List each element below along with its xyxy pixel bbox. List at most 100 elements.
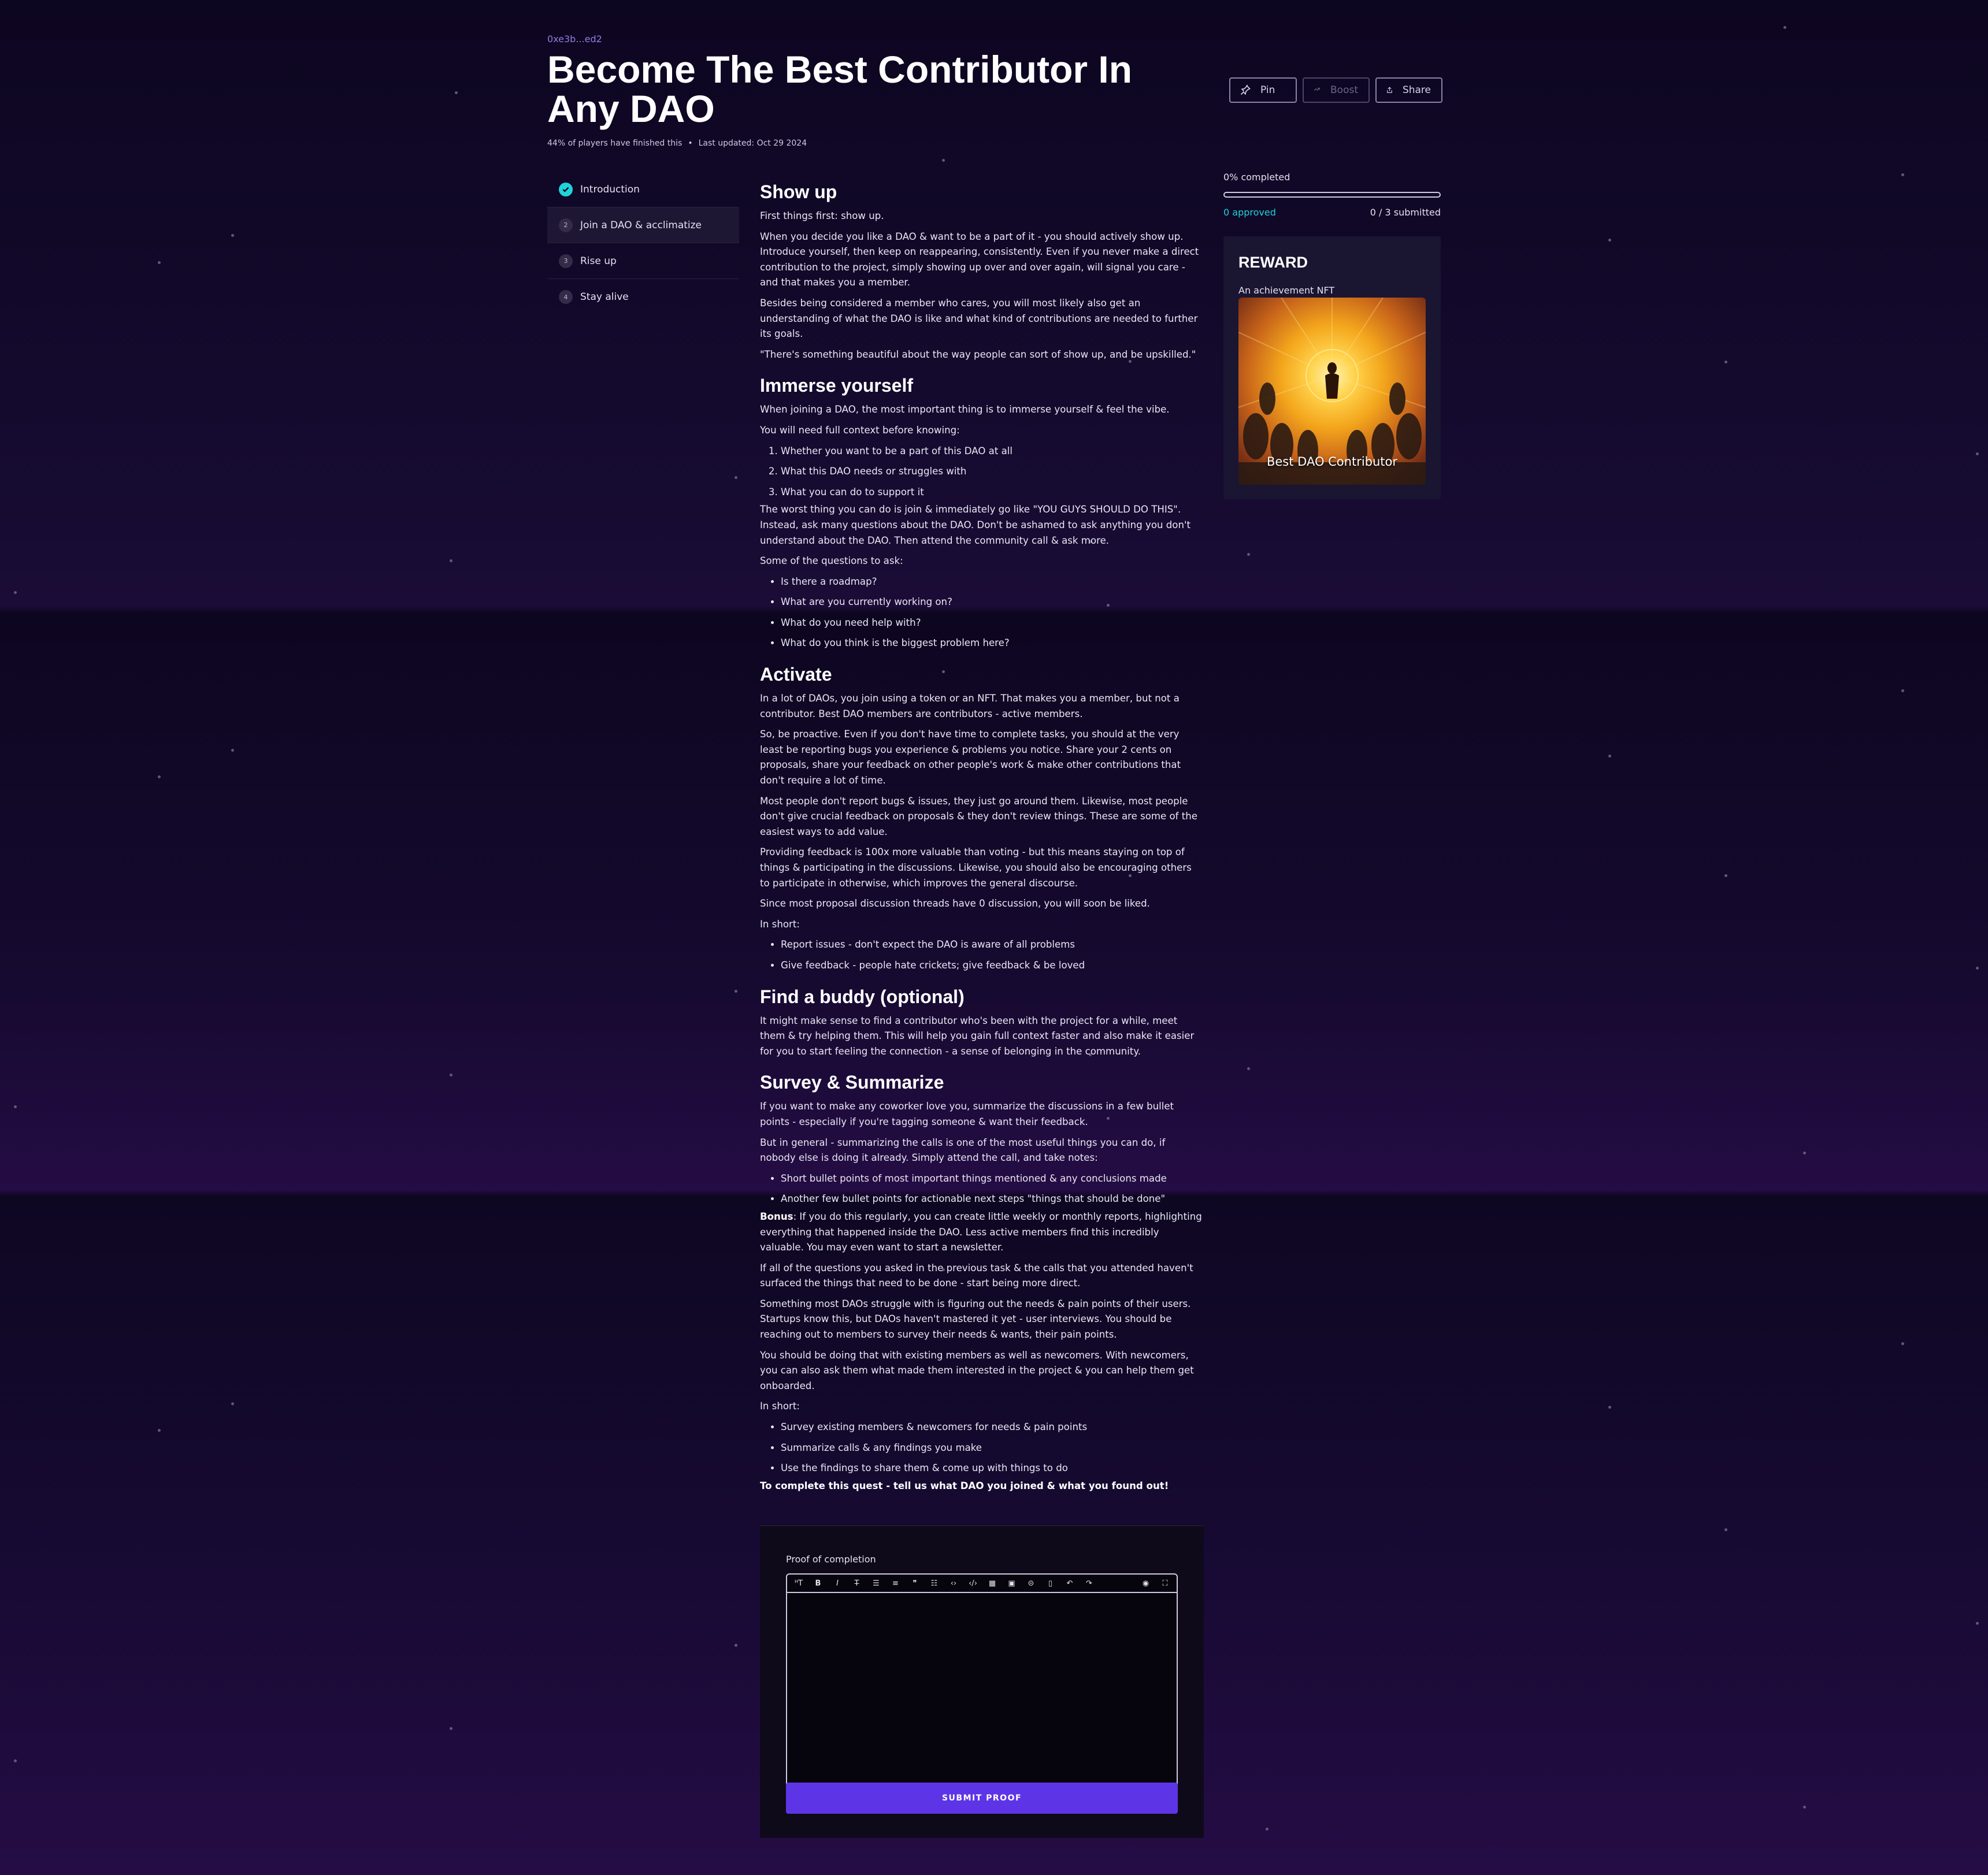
- star: [231, 749, 234, 752]
- progress-stats: 0 approved 0 / 3 submitted: [1223, 207, 1441, 218]
- paragraph: You should be doing that with existing m…: [760, 1349, 1194, 1391]
- proof-editor[interactable]: ᴴT B I T ☰ ≡ ❞ ☷ ‹› ‹/› ▦ ▣ ⊝ ▯ ↶ ↷ ◉ ⛶: [786, 1573, 1178, 1800]
- strikethrough-icon[interactable]: T: [851, 1579, 863, 1588]
- quest-actions: Pin Boost Share: [1229, 77, 1442, 103]
- submit-proof-button[interactable]: SUBMIT PROOF: [786, 1783, 1178, 1814]
- step-number: 3: [559, 254, 573, 268]
- progress-panel: 0% completed 0 approved 0 / 3 submitted: [1223, 172, 1441, 218]
- bold-icon[interactable]: B: [813, 1579, 824, 1588]
- bullet-list-icon[interactable]: ☰: [870, 1579, 882, 1588]
- fullscreen-icon[interactable]: ⛶: [1159, 1579, 1171, 1588]
- list-item: Short bullet points of most important th…: [781, 1171, 1202, 1187]
- paragraph: In a lot of DAOs, you join using a token…: [760, 693, 1180, 719]
- star: [455, 91, 458, 94]
- bullet-list: Short bullet points of most important th…: [760, 1171, 1202, 1207]
- section-heading: Show up: [760, 181, 837, 202]
- star: [1901, 173, 1904, 176]
- star: [1608, 1406, 1611, 1409]
- nav-item-label: Rise up: [580, 255, 617, 267]
- star: [158, 1429, 161, 1432]
- paragraph: Some of the questions to ask:: [760, 555, 903, 567]
- star: [14, 1759, 17, 1762]
- separator-dot: •: [688, 139, 693, 148]
- list-item: What do you need help with?: [781, 615, 1202, 631]
- undo-icon[interactable]: ↶: [1064, 1579, 1075, 1588]
- list-item: Summarize calls & any findings you make: [781, 1440, 1202, 1456]
- code-icon[interactable]: ‹›: [948, 1579, 959, 1588]
- step-nav: Introduction 2 Join a DAO & acclimatize …: [547, 172, 739, 315]
- boost-icon: [1314, 87, 1320, 91]
- nav-item-introduction[interactable]: Introduction: [547, 172, 739, 207]
- list-item: What this DAO needs or struggles with: [781, 464, 1202, 480]
- list-item: What you can do to support it: [781, 485, 1202, 500]
- paragraph: When you decide you like a DAO & want to…: [760, 231, 1199, 288]
- boost-button[interactable]: Boost: [1303, 77, 1370, 103]
- image-icon[interactable]: ▣: [1006, 1579, 1018, 1588]
- nav-item-rise-up[interactable]: 3 Rise up: [547, 243, 739, 279]
- star: [1976, 1622, 1979, 1625]
- paragraph: It might make sense to find a contributo…: [760, 1015, 1195, 1057]
- paragraph: Bonus: If you do this regularly, you can…: [760, 1209, 1202, 1256]
- quest-page: 0xe3b...ed2 Become The Best Contributor …: [547, 0, 1442, 1875]
- numbered-list-icon[interactable]: ≡: [890, 1579, 902, 1588]
- star: [1976, 452, 1979, 455]
- star: [14, 1105, 17, 1108]
- nav-item-label: Stay alive: [580, 291, 629, 303]
- italic-icon[interactable]: I: [832, 1579, 843, 1588]
- paragraph: Since most proposal discussion threads h…: [760, 898, 1150, 909]
- clear-icon[interactable]: ▯: [1045, 1579, 1056, 1588]
- paragraph: You will need full context before knowin…: [760, 424, 960, 436]
- paragraph: Most people don't report bugs & issues, …: [760, 795, 1198, 837]
- share-icon: [1387, 87, 1392, 93]
- list-item: What are you currently working on?: [781, 595, 1202, 610]
- star: [1783, 26, 1786, 29]
- paragraph: In short:: [760, 1401, 800, 1412]
- link-icon[interactable]: ⊝: [1025, 1579, 1037, 1588]
- paragraph: The worst thing you can do is join & imm…: [760, 504, 1191, 546]
- paragraph: To complete this quest - tell us what DA…: [760, 1479, 1202, 1494]
- paragraph: Providing feedback is 100x more valuable…: [760, 846, 1192, 889]
- paragraph: If all of the questions you asked in the…: [760, 1262, 1193, 1289]
- checklist-icon[interactable]: ☷: [929, 1579, 940, 1588]
- creator-address[interactable]: 0xe3b...ed2: [547, 34, 602, 44]
- numbered-list: Whether you want to be a part of this DA…: [760, 444, 1202, 500]
- star: [450, 1074, 453, 1076]
- bonus-text: : If you do this regularly, you can crea…: [760, 1211, 1202, 1253]
- editor-toolbar: ᴴT B I T ☰ ≡ ❞ ☷ ‹› ‹/› ▦ ▣ ⊝ ▯ ↶ ↷ ◉ ⛶: [787, 1575, 1177, 1593]
- finished-stat: 44% of players have finished this: [547, 139, 683, 148]
- reward-heading: REWARD: [1238, 254, 1308, 271]
- check-icon: [559, 182, 573, 196]
- paragraph: Besides being considered a member who ca…: [760, 297, 1198, 340]
- reward-card: REWARD An achievement NFT Best DAO Contr…: [1223, 236, 1441, 499]
- list-item: Use the findings to share them & come up…: [781, 1461, 1202, 1476]
- preview-icon[interactable]: ◉: [1140, 1579, 1152, 1588]
- completed-percent: 0% completed: [1223, 172, 1290, 183]
- list-item: Whether you want to be a part of this DA…: [781, 444, 1202, 459]
- star: [231, 1402, 234, 1405]
- proof-panel: Proof of completion ᴴT B I T ☰ ≡ ❞ ☷ ‹› …: [760, 1525, 1204, 1838]
- paragraph: But in general - summarizing the calls i…: [760, 1137, 1166, 1164]
- paragraph: If you want to make any coworker love yo…: [760, 1101, 1174, 1127]
- star: [231, 234, 234, 237]
- pin-icon: [1240, 84, 1251, 95]
- nav-item-stay-alive[interactable]: 4 Stay alive: [547, 279, 739, 315]
- pin-button[interactable]: Pin: [1229, 77, 1297, 103]
- bonus-label: Bonus: [760, 1211, 793, 1222]
- heading-icon[interactable]: ᴴT: [793, 1579, 804, 1588]
- star: [1608, 755, 1611, 758]
- code-block-icon[interactable]: ‹/›: [967, 1579, 979, 1588]
- redo-icon[interactable]: ↷: [1084, 1579, 1095, 1588]
- nav-item-label: Introduction: [580, 183, 640, 195]
- share-button[interactable]: Share: [1375, 77, 1442, 103]
- nav-item-join-dao[interactable]: 2 Join a DAO & acclimatize: [547, 207, 739, 243]
- star: [1803, 1152, 1806, 1154]
- star: [1803, 1806, 1806, 1809]
- bullet-list: Report issues - don't expect the DAO is …: [760, 937, 1202, 973]
- table-icon[interactable]: ▦: [986, 1579, 998, 1588]
- reward-subtitle: An achievement NFT: [1238, 285, 1335, 296]
- section-heading: Activate: [760, 664, 832, 685]
- step-number: 4: [559, 290, 573, 304]
- list-item: Report issues - don't expect the DAO is …: [781, 937, 1202, 953]
- star: [158, 775, 161, 778]
- quote-icon[interactable]: ❞: [909, 1579, 921, 1588]
